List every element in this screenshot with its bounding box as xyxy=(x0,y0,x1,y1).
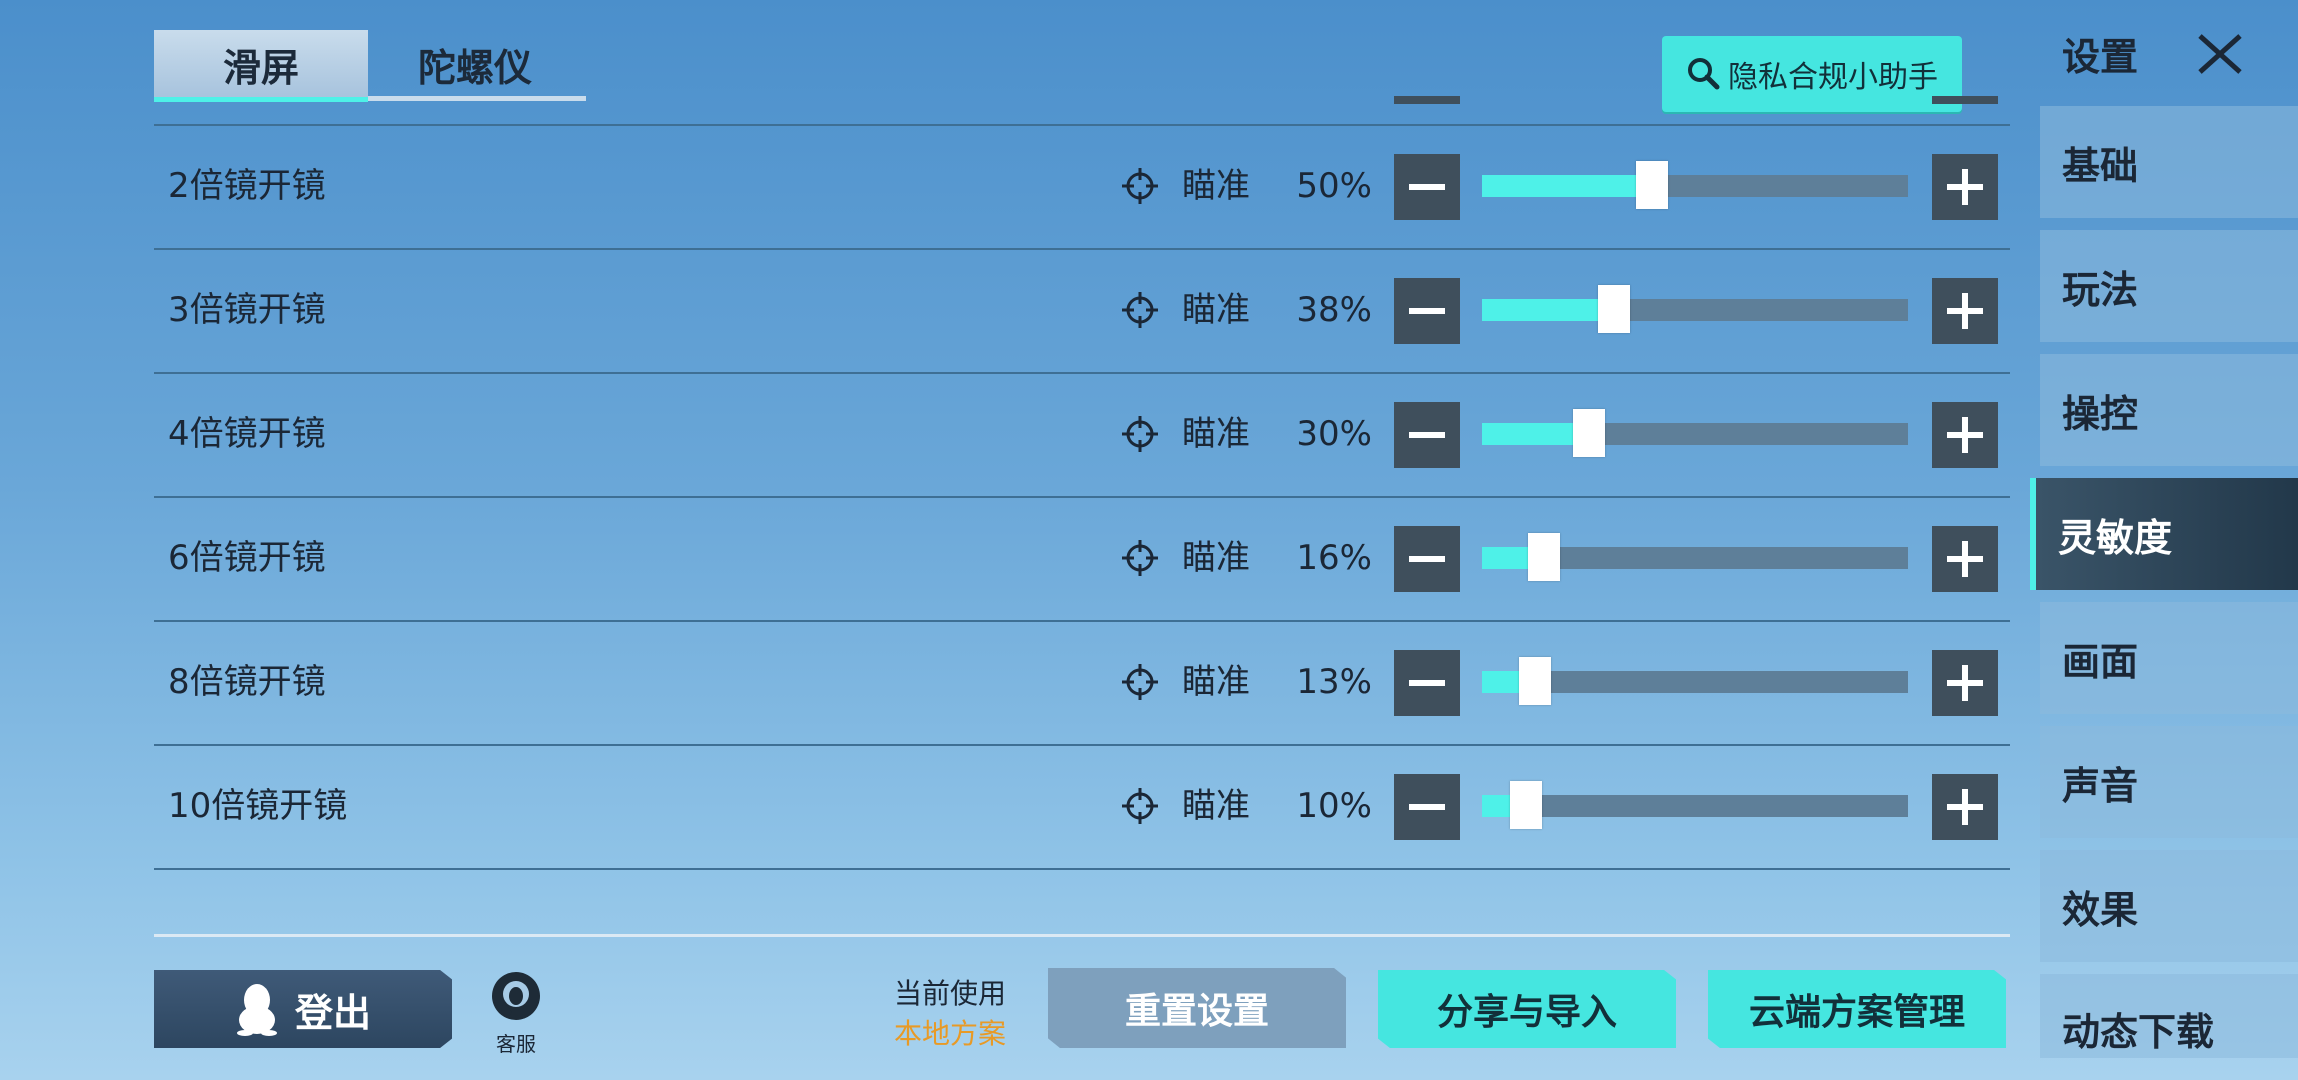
privacy-assistant-label: 隐私合规小助手 xyxy=(1728,60,1938,95)
scope-label: 2倍镜开镜 xyxy=(168,166,326,206)
percent-value: 10% xyxy=(1296,786,1372,826)
penguin-icon xyxy=(236,984,277,1036)
aim-label: 瞄准 xyxy=(1182,166,1250,206)
sensitivity-row: 4倍镜开镜 瞄准 30% xyxy=(154,372,2010,498)
list-bottom-divider xyxy=(154,934,2010,937)
sidebar-item[interactable]: 动态下载 xyxy=(2040,974,2298,1058)
current-scheme-name: 本地方案 xyxy=(893,1017,1006,1050)
sensitivity-row: 6倍镜开镜 瞄准 16% xyxy=(154,496,2010,622)
slider-fill xyxy=(1482,299,1614,321)
sidebar-item[interactable]: 效果 xyxy=(2040,850,2298,962)
crosshair-icon xyxy=(1122,788,1158,824)
decrease-button[interactable] xyxy=(1394,774,1460,840)
scope-label: 8倍镜开镜 xyxy=(168,662,326,702)
sensitivity-list[interactable]: 2倍镜开镜 瞄准 50% 3倍镜开镜 瞄准 38% 4倍镜开镜 瞄准 30% 6… xyxy=(154,96,2010,932)
tab-gyro[interactable]: 陀螺仪 xyxy=(368,30,582,98)
percent-value: 13% xyxy=(1296,662,1372,702)
percent-value: 16% xyxy=(1296,538,1372,578)
sidebar-item[interactable]: 玩法 xyxy=(2040,230,2298,342)
scope-label: 3倍镜开镜 xyxy=(168,290,326,330)
slider-fill xyxy=(1482,175,1652,197)
crosshair-icon xyxy=(1122,416,1158,452)
aim-label: 瞄准 xyxy=(1182,786,1250,826)
tab-slide[interactable]: 滑屏 xyxy=(154,30,368,102)
slider-thumb[interactable] xyxy=(1528,533,1560,581)
increase-button[interactable] xyxy=(1932,526,1998,592)
current-use-label: 当前使用 xyxy=(893,977,1006,1010)
crosshair-icon xyxy=(1122,664,1158,700)
headset-icon xyxy=(492,972,540,1020)
search-icon xyxy=(1688,58,1720,90)
sidebar-item[interactable]: 画面 xyxy=(2040,602,2298,714)
aim-label: 瞄准 xyxy=(1182,538,1250,578)
customer-service-label: 客服 xyxy=(496,1032,536,1056)
plus-icon xyxy=(1947,293,1983,329)
decrease-button[interactable] xyxy=(1394,278,1460,344)
logout-label: 登出 xyxy=(294,990,371,1035)
aim-label: 瞄准 xyxy=(1182,662,1250,702)
percent-value: 50% xyxy=(1296,166,1372,206)
minus-icon xyxy=(1409,432,1445,438)
cloud-scheme-button[interactable]: 云端方案管理 xyxy=(1708,970,2006,1048)
plus-icon xyxy=(1947,541,1983,577)
minus-icon xyxy=(1409,184,1445,190)
increase-button[interactable] xyxy=(1932,774,1998,840)
sidebar-item[interactable]: 操控 xyxy=(2040,354,2298,466)
sensitivity-row: 10倍镜开镜 瞄准 10% xyxy=(154,744,2010,870)
top-tabs: 滑屏 陀螺仪 xyxy=(154,30,586,102)
slider-thumb[interactable] xyxy=(1598,285,1630,333)
sensitivity-slider[interactable] xyxy=(1482,657,1908,705)
plus-icon xyxy=(1947,789,1983,825)
sensitivity-row: 3倍镜开镜 瞄准 38% xyxy=(154,248,2010,374)
percent-value: 30% xyxy=(1296,414,1372,454)
minus-icon xyxy=(1409,680,1445,686)
reset-settings-button[interactable]: 重置设置 xyxy=(1048,968,1346,1048)
logout-button[interactable]: 登出 xyxy=(154,970,452,1048)
scope-label: 10倍镜开镜 xyxy=(168,786,348,826)
sidebar-item[interactable]: 基础 xyxy=(2040,106,2298,218)
sidebar-item[interactable]: 声音 xyxy=(2040,726,2298,838)
crosshair-icon xyxy=(1122,540,1158,576)
plus-icon xyxy=(1947,417,1983,453)
sensitivity-slider[interactable] xyxy=(1482,285,1908,333)
sensitivity-slider[interactable] xyxy=(1482,161,1908,209)
decrease-button[interactable] xyxy=(1394,154,1460,220)
increase-button[interactable] xyxy=(1932,154,1998,220)
sensitivity-slider[interactable] xyxy=(1482,409,1908,457)
sensitivity-slider[interactable] xyxy=(1482,533,1908,581)
plus-icon xyxy=(1947,169,1983,205)
slider-thumb[interactable] xyxy=(1510,781,1542,829)
increase-button[interactable] xyxy=(1932,402,1998,468)
scope-label: 4倍镜开镜 xyxy=(168,414,326,454)
partial-row xyxy=(154,96,2010,126)
scope-label: 6倍镜开镜 xyxy=(168,538,326,578)
increase-button[interactable] xyxy=(1932,278,1998,344)
close-icon[interactable] xyxy=(2196,32,2244,76)
sensitivity-row: 8倍镜开镜 瞄准 13% xyxy=(154,620,2010,746)
current-scheme: 当前使用 本地方案 xyxy=(880,974,1020,1054)
aim-label: 瞄准 xyxy=(1182,290,1250,330)
crosshair-icon xyxy=(1122,168,1158,204)
minus-icon xyxy=(1409,556,1445,562)
aim-label: 瞄准 xyxy=(1182,414,1250,454)
crosshair-icon xyxy=(1122,292,1158,328)
decrease-button[interactable] xyxy=(1394,526,1460,592)
sidebar-item[interactable]: 灵敏度 xyxy=(2030,478,2298,590)
plus-icon xyxy=(1947,665,1983,701)
slider-thumb[interactable] xyxy=(1573,409,1605,457)
slider-thumb[interactable] xyxy=(1636,161,1668,209)
percent-value: 38% xyxy=(1296,290,1372,330)
decrease-button[interactable] xyxy=(1394,650,1460,716)
customer-service-button[interactable]: 客服 xyxy=(486,968,546,1057)
settings-title: 设置 xyxy=(2062,35,2139,79)
minus-icon xyxy=(1409,308,1445,314)
slider-thumb[interactable] xyxy=(1519,657,1551,705)
sensitivity-slider[interactable] xyxy=(1482,781,1908,829)
minus-icon xyxy=(1409,804,1445,810)
decrease-button[interactable] xyxy=(1394,402,1460,468)
sensitivity-row: 2倍镜开镜 瞄准 50% xyxy=(154,124,2010,250)
share-import-button[interactable]: 分享与导入 xyxy=(1378,970,1676,1048)
increase-button[interactable] xyxy=(1932,650,1998,716)
